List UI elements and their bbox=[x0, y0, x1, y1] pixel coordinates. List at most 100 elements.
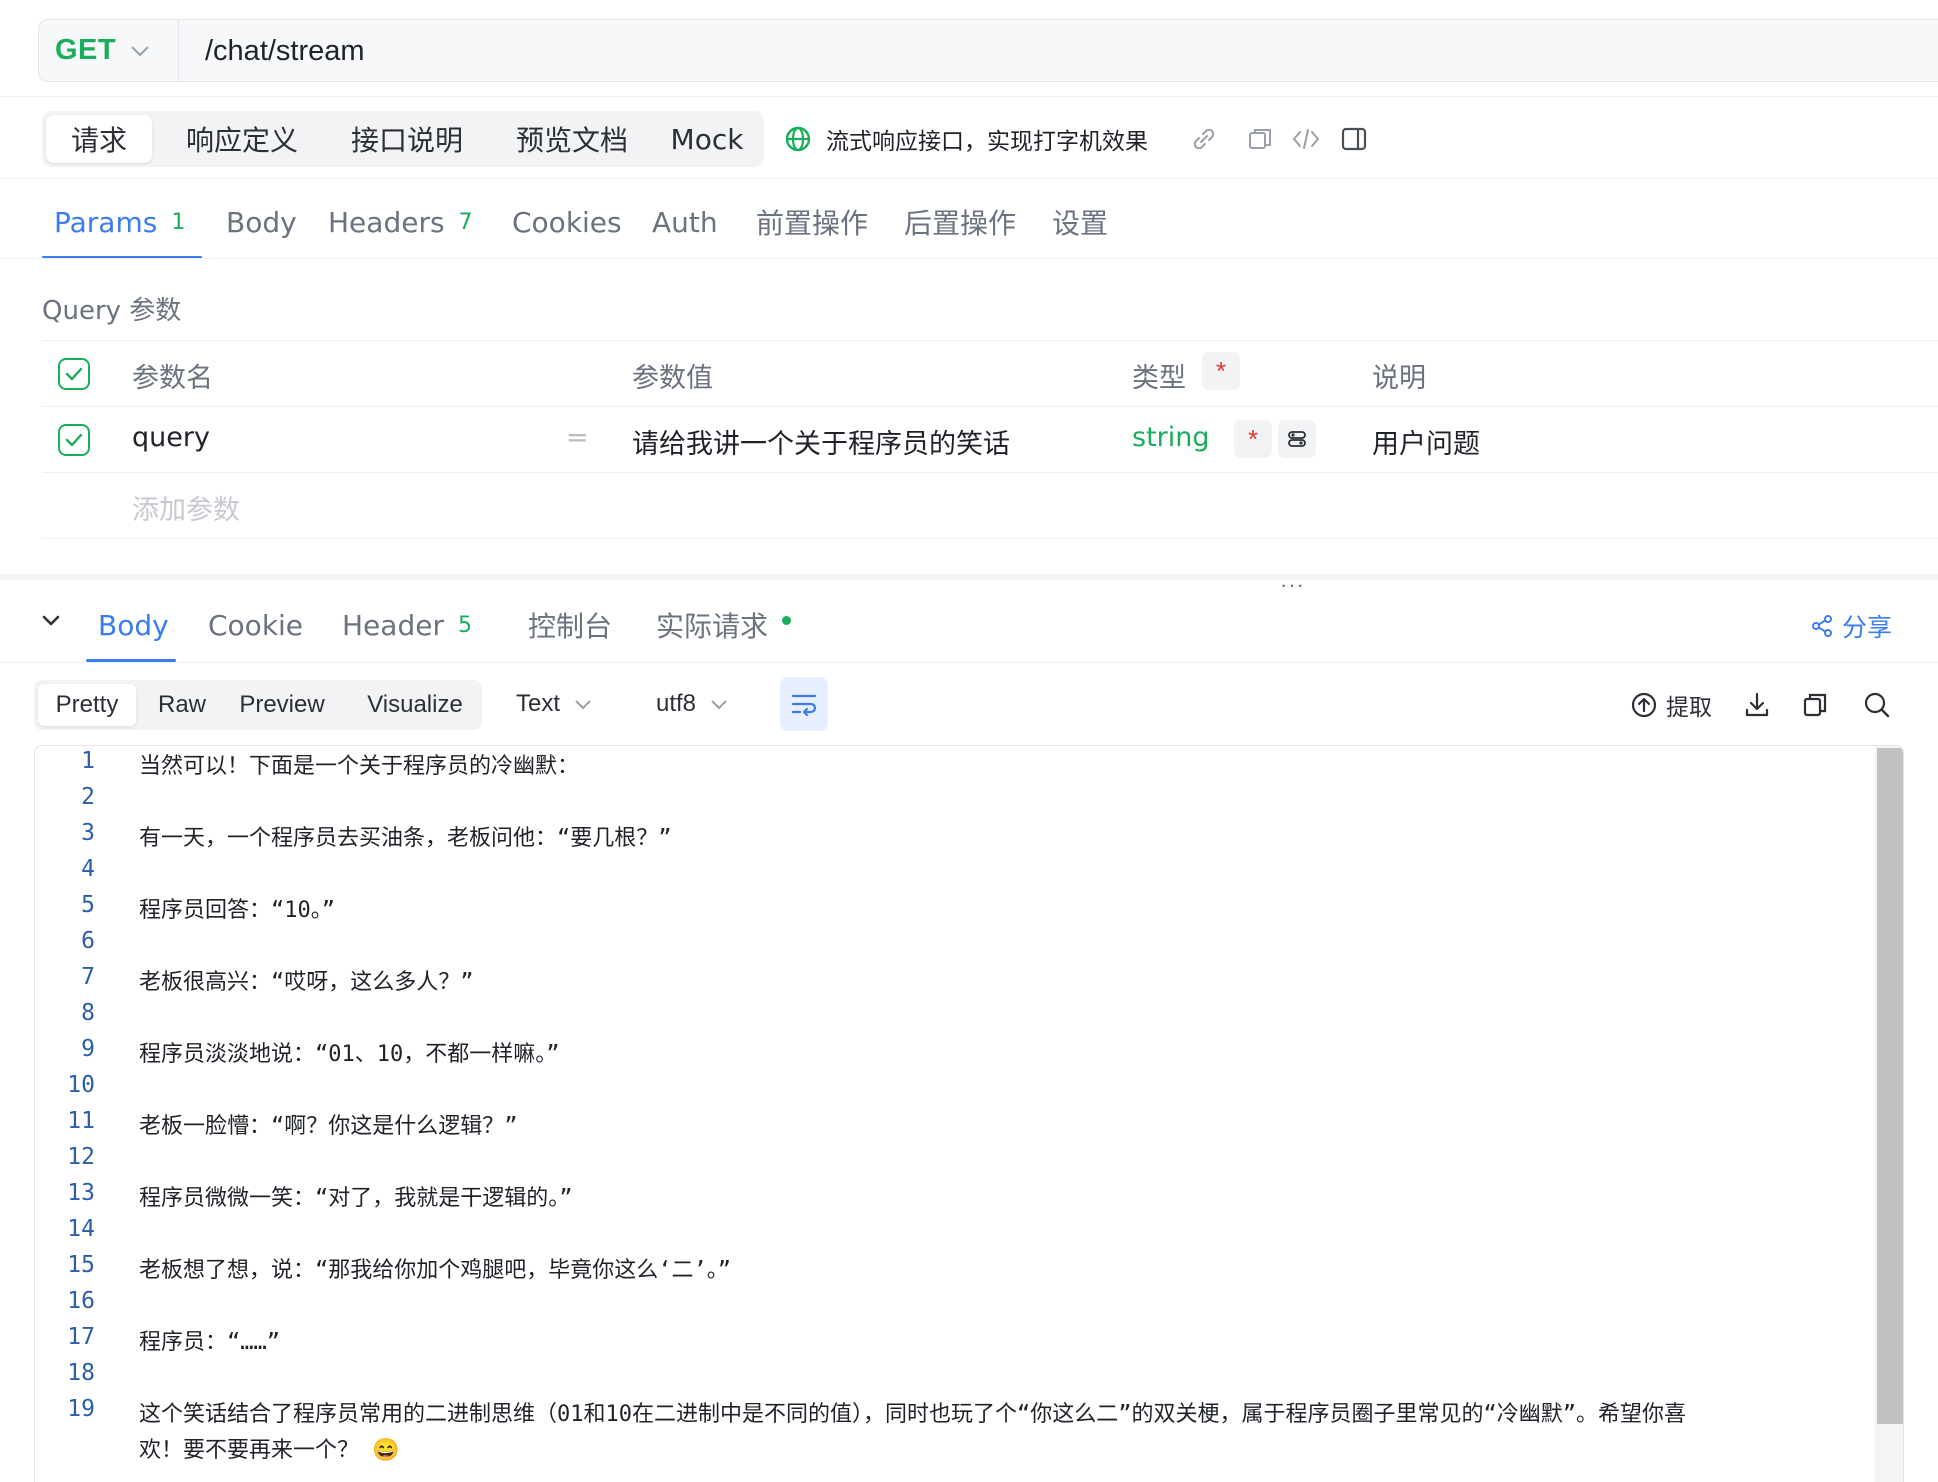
param-name-field[interactable]: query bbox=[132, 422, 210, 453]
table-top-border bbox=[42, 340, 1938, 341]
table-row-border bbox=[42, 406, 1938, 407]
code-icon[interactable] bbox=[1290, 123, 1322, 155]
add-param-input[interactable]: 添加参数 bbox=[132, 488, 240, 527]
api-description-row: 流式响应接口，实现打字机效果 bbox=[784, 118, 1148, 160]
code-line: 程序员回答：“10。” bbox=[139, 898, 335, 923]
copy-icon[interactable] bbox=[1800, 690, 1830, 720]
required-column-marker[interactable]: * bbox=[1202, 352, 1240, 390]
required-toggle[interactable]: * bbox=[1234, 420, 1272, 458]
extract-button[interactable]: 提取 bbox=[1630, 688, 1712, 722]
param-settings-icon[interactable] bbox=[1278, 420, 1316, 458]
format-pretty[interactable]: Pretty bbox=[38, 684, 136, 726]
api-description[interactable]: 流式响应接口，实现打字机效果 bbox=[826, 122, 1148, 156]
resp-tab-cookie[interactable]: Cookie bbox=[208, 605, 303, 645]
format-preview[interactable]: Preview bbox=[226, 684, 338, 726]
tab-api-docs[interactable]: 接口说明 bbox=[327, 115, 487, 163]
tab-post-operations[interactable]: 后置操作 bbox=[904, 202, 1016, 242]
resp-tab-body[interactable]: Body bbox=[98, 605, 169, 645]
divider bbox=[0, 662, 1938, 663]
splitter-handle[interactable]: ··· bbox=[1280, 572, 1305, 598]
headers-count-badge: 7 bbox=[458, 209, 473, 235]
param-value-field[interactable]: 请给我讲一个关于程序员的笑话 bbox=[632, 422, 1010, 461]
word-wrap-toggle[interactable] bbox=[780, 677, 828, 731]
line-number: 5 bbox=[81, 892, 95, 918]
line-number: 2 bbox=[81, 784, 95, 810]
tab-headers[interactable]: Headers 7 bbox=[328, 202, 473, 242]
search-icon[interactable] bbox=[1862, 690, 1892, 720]
encoding-select[interactable]: utf8 bbox=[656, 690, 728, 718]
tab-auth[interactable]: Auth bbox=[652, 202, 718, 242]
tab-label: Headers bbox=[328, 205, 445, 239]
tab-settings[interactable]: 设置 bbox=[1052, 202, 1108, 242]
line-number: 10 bbox=[67, 1072, 95, 1098]
resp-tab-actual-request[interactable]: 实际请求 bbox=[656, 605, 792, 645]
tab-pre-operations[interactable]: 前置操作 bbox=[756, 202, 868, 242]
share-button[interactable]: 分享 bbox=[1810, 608, 1892, 644]
row-enabled-checkbox[interactable] bbox=[58, 424, 90, 456]
divider bbox=[0, 96, 1938, 97]
line-number: 19 bbox=[67, 1396, 95, 1422]
scrollbar-thumb[interactable] bbox=[1877, 748, 1903, 1424]
panel-splitter[interactable] bbox=[0, 574, 1938, 580]
column-header-name: 参数名 bbox=[132, 363, 213, 394]
param-type-select[interactable]: string bbox=[1132, 422, 1210, 453]
status-dot bbox=[782, 615, 792, 625]
link-icon[interactable] bbox=[1188, 123, 1220, 155]
share-label: 分享 bbox=[1842, 613, 1893, 642]
encoding-label: utf8 bbox=[656, 690, 697, 717]
tab-cookies[interactable]: Cookies bbox=[512, 202, 622, 242]
column-header-description: 说明 bbox=[1372, 363, 1426, 394]
line-number: 11 bbox=[67, 1108, 95, 1134]
line-number: 4 bbox=[81, 856, 95, 882]
copy-icon[interactable] bbox=[1244, 123, 1276, 155]
line-number: 1 bbox=[81, 748, 95, 774]
resp-tab-console[interactable]: 控制台 bbox=[528, 605, 612, 645]
globe-icon[interactable] bbox=[784, 125, 812, 153]
tab-params[interactable]: Params 1 bbox=[54, 202, 185, 242]
content-type-select[interactable]: Text bbox=[516, 690, 592, 718]
tab-body[interactable]: Body bbox=[226, 202, 297, 242]
query-params-title: Query 参数 bbox=[42, 296, 182, 326]
code-line: 这个笑话结合了程序员常用的二进制思维（01和10在二进制中是不同的值），同时也玩… bbox=[139, 1402, 1686, 1427]
code-line: 有一天，一个程序员去买油条，老板问他：“要几根？” bbox=[139, 826, 672, 851]
equals-sign: = bbox=[566, 422, 589, 453]
divider bbox=[0, 258, 1938, 259]
tab-response-definition[interactable]: 响应定义 bbox=[162, 115, 322, 163]
resp-tab-header[interactable]: Header 5 bbox=[342, 605, 472, 645]
format-segmented-control: Pretty Raw Preview Visualize bbox=[34, 680, 482, 730]
tab-request[interactable]: 请求 bbox=[46, 115, 152, 163]
line-number: 8 bbox=[81, 1000, 95, 1026]
format-visualize[interactable]: Visualize bbox=[356, 684, 474, 726]
collapse-chevron-icon[interactable] bbox=[40, 610, 62, 632]
format-raw[interactable]: Raw bbox=[142, 684, 222, 726]
url-input[interactable] bbox=[205, 30, 1705, 72]
tab-label: 实际请求 bbox=[656, 610, 769, 643]
line-number: 7 bbox=[81, 964, 95, 990]
divider bbox=[0, 178, 1938, 179]
code-line: 老板想了想，说：“那我给你加个鸡腿吧，毕竟你这么‘二’。” bbox=[139, 1258, 731, 1283]
tab-mock[interactable]: Mock bbox=[657, 115, 757, 163]
chevron-down-icon bbox=[130, 45, 150, 57]
share-icon bbox=[1810, 614, 1834, 638]
method-label: GET bbox=[55, 34, 117, 66]
header-count-badge: 5 bbox=[457, 612, 472, 638]
code-line: 老板一脸懵：“啊？你这是什么逻辑？” bbox=[139, 1114, 518, 1139]
chevron-down-icon bbox=[574, 699, 592, 710]
column-header-value: 参数值 bbox=[632, 363, 713, 394]
column-header-type: 类型 bbox=[1132, 363, 1186, 394]
method-select[interactable]: GET bbox=[39, 20, 179, 81]
select-all-checkbox[interactable] bbox=[58, 358, 90, 390]
response-body-editor[interactable]: 1 当然可以！下面是一个关于程序员的冷幽默： 2 3 有一天，一个程序员去买油条，老板问… bbox=[34, 745, 1904, 1482]
tab-preview-docs[interactable]: 预览文档 bbox=[492, 115, 652, 163]
line-number: 13 bbox=[67, 1180, 95, 1206]
wrap-lines-icon bbox=[790, 691, 818, 717]
panel-icon[interactable] bbox=[1338, 123, 1370, 155]
download-icon[interactable] bbox=[1742, 690, 1772, 720]
content-type-label: Text bbox=[516, 690, 561, 717]
url-bar: GET bbox=[38, 19, 1938, 82]
extract-label: 提取 bbox=[1666, 695, 1712, 721]
table-row-border bbox=[42, 472, 1938, 473]
code-line: 程序员：“……” bbox=[139, 1330, 280, 1355]
param-description-field[interactable]: 用户问题 bbox=[1372, 422, 1480, 461]
tab-label: Header bbox=[342, 608, 444, 642]
